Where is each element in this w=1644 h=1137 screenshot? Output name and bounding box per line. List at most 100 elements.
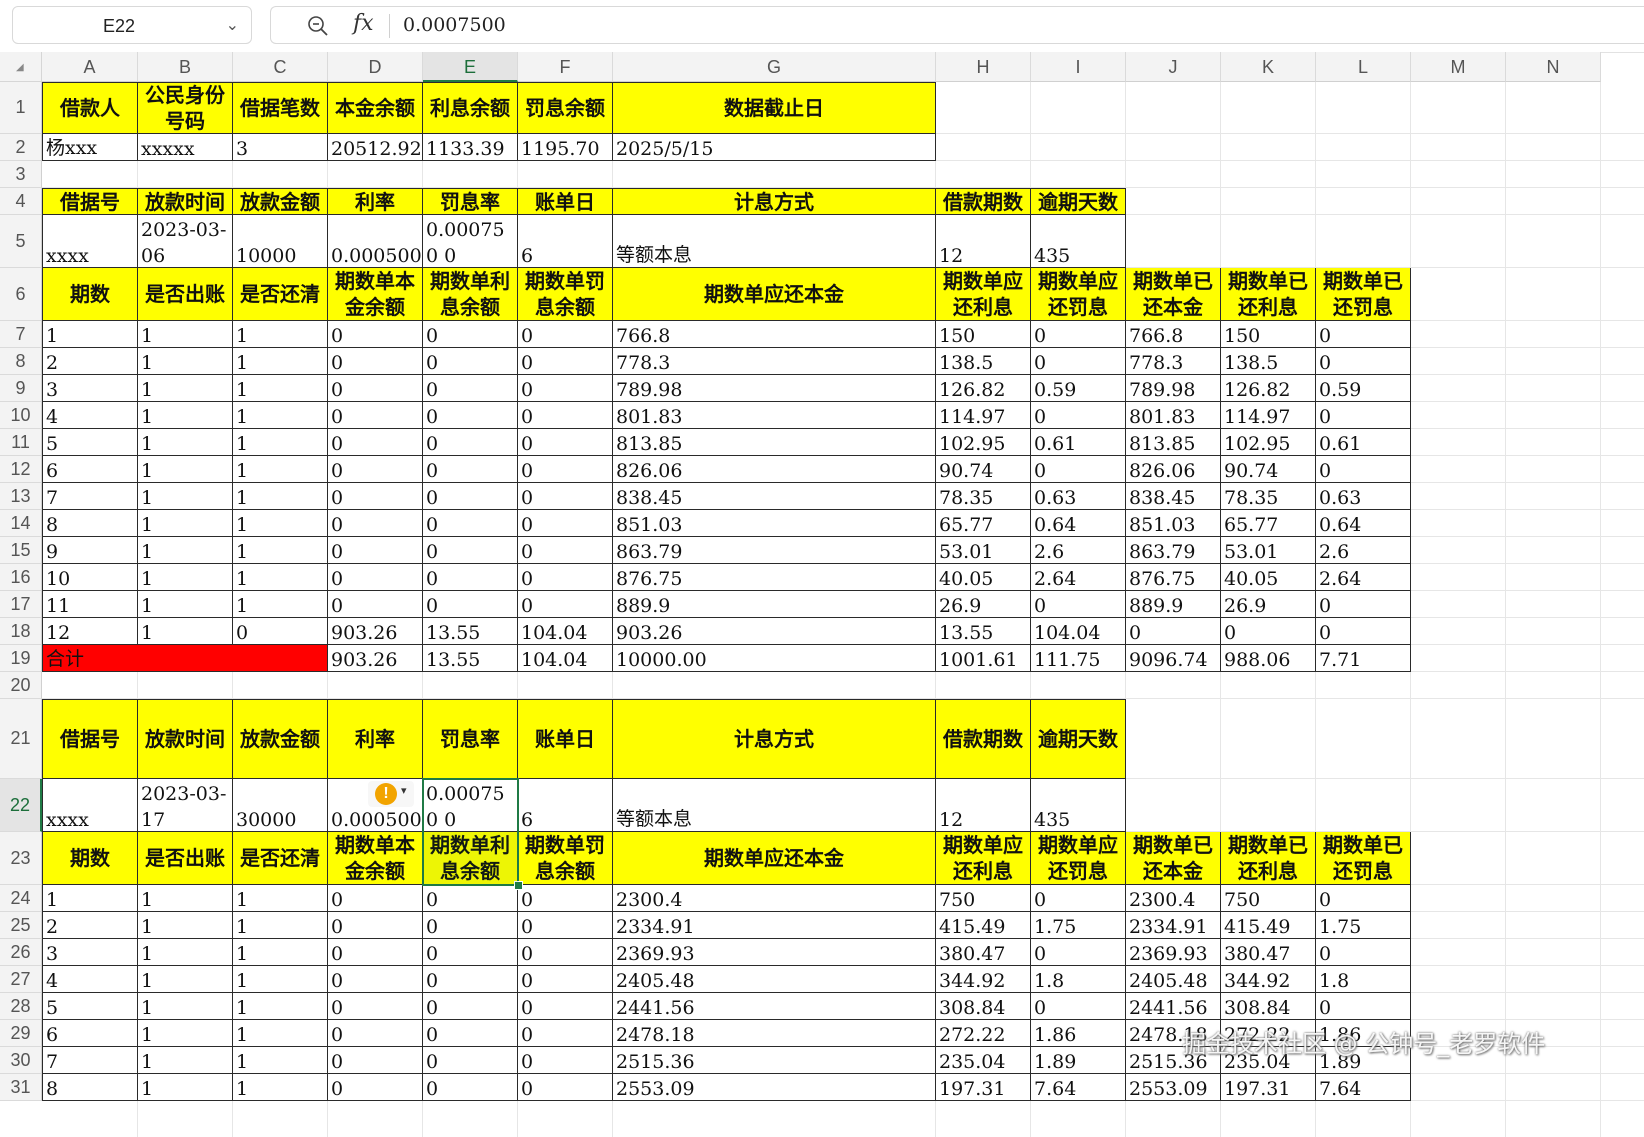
table-cell[interactable]: 5 bbox=[42, 429, 138, 456]
header-cell[interactable]: 借款人 bbox=[42, 82, 138, 134]
table-cell[interactable]: 2.6 bbox=[1316, 537, 1411, 564]
data-cell[interactable]: 435 bbox=[1031, 215, 1126, 268]
table-cell[interactable]: 1 bbox=[42, 321, 138, 348]
table-cell[interactable]: 2441.56 bbox=[1126, 993, 1221, 1020]
table-cell[interactable]: 0 bbox=[518, 912, 613, 939]
column-header-j[interactable]: J bbox=[1126, 52, 1221, 82]
table-cell[interactable]: 1 bbox=[138, 537, 233, 564]
data-cell[interactable]: 10000 bbox=[233, 215, 328, 268]
table-cell[interactable]: 838.45 bbox=[1126, 483, 1221, 510]
chevron-down-icon[interactable]: ⌄ bbox=[226, 15, 239, 35]
table-cell[interactable]: 0 bbox=[518, 591, 613, 618]
row-header-6[interactable]: 6 bbox=[0, 268, 42, 321]
header-cell[interactable]: 罚息率 bbox=[423, 699, 518, 779]
table-cell[interactable]: 826.06 bbox=[1126, 456, 1221, 483]
table-cell[interactable]: 0 bbox=[328, 885, 423, 912]
table-cell[interactable]: 903.26 bbox=[328, 618, 423, 645]
table-cell[interactable]: 2441.56 bbox=[613, 993, 936, 1020]
header-cell[interactable]: 数据截止日 bbox=[613, 82, 936, 134]
table-cell[interactable]: 1 bbox=[138, 591, 233, 618]
data-cell[interactable]: 12 bbox=[936, 779, 1031, 832]
table-cell[interactable]: 0 bbox=[1031, 348, 1126, 375]
table-cell[interactable]: 1 bbox=[138, 429, 233, 456]
table-cell[interactable]: 2478.18 bbox=[613, 1020, 936, 1047]
table-cell[interactable]: 0 bbox=[1031, 456, 1126, 483]
table-cell[interactable]: 90.74 bbox=[1221, 456, 1316, 483]
table-cell[interactable]: 0 bbox=[423, 1020, 518, 1047]
table-cell[interactable]: 1 bbox=[233, 402, 328, 429]
column-header-h[interactable]: H bbox=[936, 52, 1031, 82]
table-cell[interactable]: 789.98 bbox=[1126, 375, 1221, 402]
row-header-9[interactable]: 9 bbox=[0, 375, 42, 402]
table-cell[interactable]: 2 bbox=[42, 912, 138, 939]
table-cell[interactable]: 344.92 bbox=[1221, 966, 1316, 993]
table-cell[interactable]: 0 bbox=[423, 537, 518, 564]
table-cell[interactable]: 813.85 bbox=[1126, 429, 1221, 456]
header-cell[interactable]: 是否出账 bbox=[138, 268, 233, 321]
table-cell[interactable]: 0 bbox=[423, 912, 518, 939]
header-cell[interactable]: 期数 bbox=[42, 268, 138, 321]
table-cell[interactable]: 78.35 bbox=[936, 483, 1031, 510]
data-cell[interactable]: 6 bbox=[518, 779, 613, 832]
table-cell[interactable]: 1 bbox=[233, 939, 328, 966]
table-cell[interactable]: 7 bbox=[42, 1047, 138, 1074]
table-cell[interactable]: 863.79 bbox=[613, 537, 936, 564]
table-cell[interactable]: 1 bbox=[138, 912, 233, 939]
table-cell[interactable]: 0 bbox=[518, 510, 613, 537]
header-cell[interactable]: 利率 bbox=[328, 699, 423, 779]
header-cell[interactable]: 期数单已还本金 bbox=[1126, 832, 1221, 885]
table-cell[interactable]: 0 bbox=[328, 993, 423, 1020]
table-cell[interactable]: 0 bbox=[1031, 885, 1126, 912]
table-cell[interactable]: 0 bbox=[423, 456, 518, 483]
row-header-19[interactable]: 19 bbox=[0, 645, 42, 672]
data-cell[interactable]: 435 bbox=[1031, 779, 1126, 832]
table-cell[interactable]: 0 bbox=[1031, 402, 1126, 429]
table-cell[interactable]: 0 bbox=[423, 348, 518, 375]
table-cell[interactable]: 1 bbox=[138, 321, 233, 348]
table-cell[interactable]: 0 bbox=[328, 564, 423, 591]
row-header-12[interactable]: 12 bbox=[0, 456, 42, 483]
table-cell[interactable]: 0 bbox=[1316, 321, 1411, 348]
table-cell[interactable]: 150 bbox=[936, 321, 1031, 348]
table-cell[interactable]: 2300.4 bbox=[613, 885, 936, 912]
table-cell[interactable]: 0 bbox=[518, 885, 613, 912]
header-cell[interactable]: 期数单罚息余额 bbox=[518, 832, 613, 885]
table-cell[interactable]: 2369.93 bbox=[1126, 939, 1221, 966]
table-cell[interactable]: 876.75 bbox=[613, 564, 936, 591]
table-cell[interactable]: 0 bbox=[423, 402, 518, 429]
header-cell[interactable]: 逾期天数 bbox=[1031, 699, 1126, 779]
table-cell[interactable]: 1 bbox=[138, 885, 233, 912]
row-header-3[interactable]: 3 bbox=[0, 161, 42, 188]
table-cell[interactable]: 1 bbox=[138, 564, 233, 591]
data-cell[interactable]: 2023-03-17 bbox=[138, 779, 233, 832]
table-cell[interactable]: 104.04 bbox=[1031, 618, 1126, 645]
table-cell[interactable]: 0 bbox=[518, 966, 613, 993]
table-cell[interactable]: 750 bbox=[1221, 885, 1316, 912]
header-cell[interactable]: 罚息余额 bbox=[518, 82, 613, 134]
table-cell[interactable]: 102.95 bbox=[936, 429, 1031, 456]
table-cell[interactable]: 90.74 bbox=[936, 456, 1031, 483]
zoom-icon[interactable] bbox=[307, 15, 329, 37]
column-header-c[interactable]: C bbox=[233, 52, 328, 82]
table-cell[interactable]: 0 bbox=[423, 591, 518, 618]
table-cell[interactable]: 114.97 bbox=[936, 402, 1031, 429]
data-cell[interactable]: 2023-03-06 bbox=[138, 215, 233, 268]
fx-icon[interactable]: fx bbox=[353, 11, 374, 36]
header-cell[interactable]: 期数单已还罚息 bbox=[1316, 268, 1411, 321]
table-cell[interactable]: 114.97 bbox=[1221, 402, 1316, 429]
header-cell[interactable]: 期数单已还罚息 bbox=[1316, 832, 1411, 885]
table-cell[interactable]: 1 bbox=[233, 510, 328, 537]
table-cell[interactable]: 13.55 bbox=[936, 618, 1031, 645]
column-header-e[interactable]: E bbox=[423, 52, 518, 82]
row-header-28[interactable]: 28 bbox=[0, 993, 42, 1020]
name-box[interactable]: E22 ⌄ bbox=[12, 6, 252, 44]
table-cell[interactable]: 0 bbox=[518, 564, 613, 591]
table-cell[interactable]: 0 bbox=[518, 402, 613, 429]
table-cell[interactable]: 0 bbox=[328, 1047, 423, 1074]
table-cell[interactable]: 272.22 bbox=[936, 1020, 1031, 1047]
table-cell[interactable]: 0 bbox=[518, 537, 613, 564]
table-cell[interactable]: 5 bbox=[42, 993, 138, 1020]
total-cell[interactable]: 104.04 bbox=[518, 645, 613, 672]
header-cell[interactable]: 期数单应还罚息 bbox=[1031, 832, 1126, 885]
header-cell[interactable]: 是否还清 bbox=[233, 832, 328, 885]
